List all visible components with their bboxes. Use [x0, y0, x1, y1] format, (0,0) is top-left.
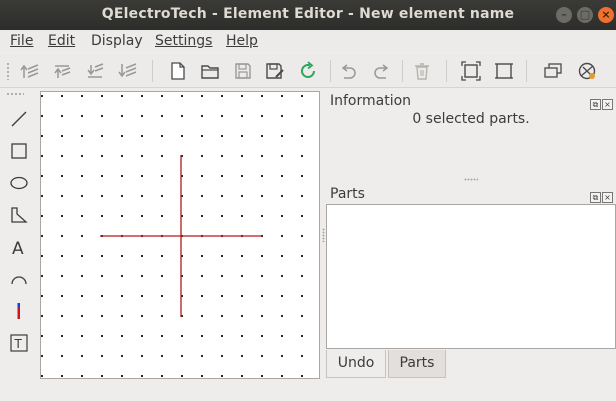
- reload-icon[interactable]: [298, 61, 318, 81]
- menu-help[interactable]: Help: [226, 33, 258, 49]
- tool-palette: A T: [0, 90, 38, 380]
- zoom-fit-icon[interactable]: [461, 61, 481, 81]
- menubar: File Edit Display Settings Help: [0, 30, 616, 52]
- toolbar-separator: [446, 60, 447, 82]
- polygon-tool-icon[interactable]: [8, 204, 30, 226]
- ellipse-tool-icon[interactable]: [8, 172, 30, 194]
- origin-crosshair: [100, 155, 262, 317]
- tab-undo-label: Undo: [337, 355, 375, 371]
- line-tool-icon[interactable]: [8, 108, 30, 130]
- text-tool-icon[interactable]: A: [8, 236, 30, 258]
- parts-list[interactable]: [326, 204, 616, 349]
- redo-icon[interactable]: [372, 61, 392, 81]
- minimize-button[interactable]: –: [556, 7, 572, 23]
- menu-file-label: File: [10, 33, 34, 49]
- main-toolbar: [0, 54, 616, 88]
- rectangle-tool-icon[interactable]: [8, 140, 30, 162]
- tab-parts-label: Parts: [399, 355, 435, 371]
- lower-icon[interactable]: [85, 61, 105, 81]
- text-field-tool-icon[interactable]: T: [8, 332, 30, 354]
- send-backward-icon[interactable]: [118, 61, 138, 81]
- menu-settings[interactable]: Settings: [155, 33, 212, 49]
- status-bar: [0, 381, 616, 401]
- toolbar-separator: [526, 60, 527, 82]
- information-dock-buttons: ⧉ ×: [589, 95, 615, 110]
- toolbar-separator: [152, 60, 153, 82]
- check-icon[interactable]: [577, 61, 597, 81]
- dock-float-icon[interactable]: ⧉: [590, 99, 601, 110]
- selected-parts-count: 0 selected parts.: [412, 111, 530, 127]
- dock-close-icon[interactable]: ×: [602, 192, 613, 203]
- tool-palette-grip[interactable]: [6, 92, 24, 96]
- undo-icon[interactable]: [338, 61, 358, 81]
- parts-dock-resize-grip[interactable]: [322, 228, 325, 242]
- properties-icon[interactable]: [543, 61, 563, 81]
- raise-icon[interactable]: [52, 61, 72, 81]
- toolbar-separator: [330, 60, 331, 82]
- open-icon[interactable]: [200, 61, 220, 81]
- svg-text:A: A: [12, 239, 24, 258]
- new-icon[interactable]: [168, 61, 188, 81]
- menu-edit-label: Edit: [48, 33, 76, 49]
- window-titlebar: QElectroTech - Element Editor - New elem…: [0, 0, 616, 30]
- information-dock-title: Information: [330, 93, 412, 109]
- tab-parts[interactable]: Parts: [388, 350, 446, 378]
- menu-help-label: Help: [226, 33, 258, 49]
- menu-display[interactable]: Display: [91, 33, 143, 49]
- parts-dock-title: Parts: [330, 186, 365, 202]
- dock-float-icon[interactable]: ⧉: [590, 192, 601, 203]
- menu-settings-label: Settings: [155, 33, 213, 49]
- toolbar-grip[interactable]: [6, 62, 10, 80]
- dock-splitter[interactable]: [464, 178, 478, 181]
- save-icon[interactable]: [233, 61, 253, 81]
- element-canvas[interactable]: [40, 91, 320, 379]
- arc-tool-icon[interactable]: [8, 268, 30, 290]
- parts-dock-buttons: ⧉ ×: [589, 188, 615, 203]
- menu-edit[interactable]: Edit: [48, 33, 75, 49]
- bring-forward-icon[interactable]: [20, 61, 40, 81]
- svg-text:T: T: [14, 337, 23, 351]
- terminal-tool-icon[interactable]: [8, 300, 30, 322]
- zoom-reset-icon[interactable]: [494, 61, 514, 81]
- toolbar-separator: [402, 60, 403, 82]
- delete-icon[interactable]: [412, 61, 432, 81]
- save-as-icon[interactable]: [265, 61, 285, 81]
- window-title: QElectroTech - Element Editor - New elem…: [101, 6, 515, 22]
- menu-display-label: Display: [91, 33, 143, 49]
- menu-file[interactable]: File: [10, 33, 33, 49]
- tab-undo[interactable]: Undo: [326, 350, 386, 378]
- dock-close-icon[interactable]: ×: [602, 99, 613, 110]
- maximize-button[interactable]: □: [577, 7, 593, 23]
- close-button[interactable]: ×: [598, 7, 614, 23]
